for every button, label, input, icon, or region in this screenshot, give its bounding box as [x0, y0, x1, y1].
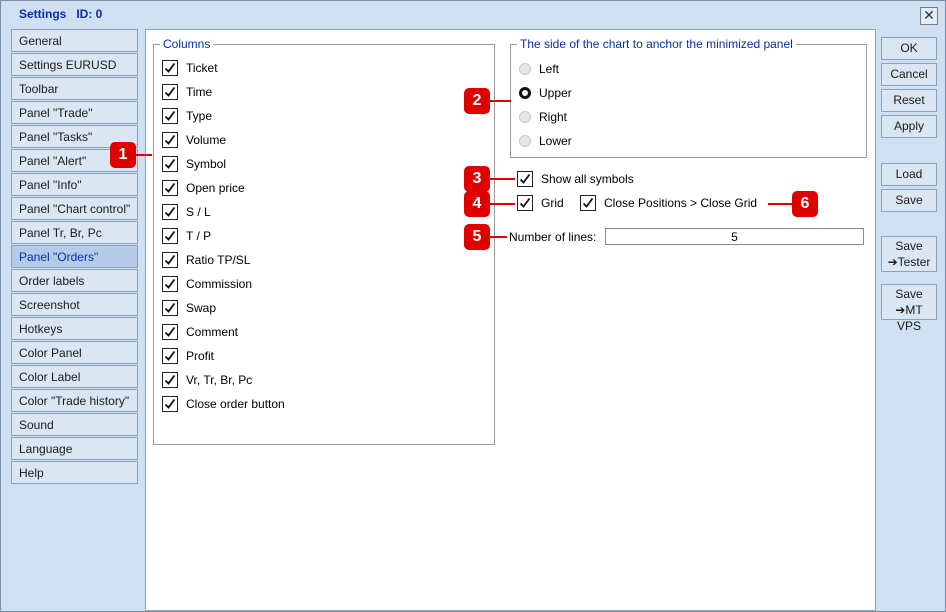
callout-4-leader: [487, 203, 515, 205]
column-label: Swap: [186, 301, 217, 315]
columns-legend: Columns: [163, 37, 211, 51]
radio-button[interactable]: [519, 135, 531, 147]
radio-button[interactable]: [519, 111, 531, 123]
nav-item[interactable]: Panel "Trade": [11, 101, 138, 124]
window-title: Settings ID: 0: [19, 7, 103, 21]
callout-3-badge: 3: [464, 166, 490, 192]
nav-item[interactable]: Color Label: [11, 365, 138, 388]
anchor-label: Left: [539, 62, 560, 76]
column-label: Vr, Tr, Br, Pc: [186, 373, 253, 387]
checkbox[interactable]: [162, 228, 178, 244]
radio-button[interactable]: [519, 63, 531, 75]
save-tester-line1: Save: [895, 239, 923, 253]
column-label: T / P: [186, 229, 212, 243]
callout-2-badge: 2: [464, 88, 490, 114]
nav-item[interactable]: Order labels: [11, 269, 138, 292]
title-bar: Settings ID: 0 ✕: [1, 1, 945, 27]
checkbox[interactable]: [162, 276, 178, 292]
checkbox[interactable]: [162, 60, 178, 76]
apply-button[interactable]: Apply: [881, 115, 937, 138]
nav-item[interactable]: Language: [11, 437, 138, 460]
radio-button[interactable]: [519, 87, 531, 99]
column-label: Type: [186, 109, 213, 123]
grid-label: Grid: [541, 196, 564, 210]
settings-window: Settings ID: 0 ✕ General Settings EURUSD T…: [0, 0, 946, 612]
nav-item[interactable]: Help: [11, 461, 138, 484]
load-button[interactable]: Load: [881, 163, 937, 186]
ok-button[interactable]: OK: [881, 37, 937, 60]
checkbox[interactable]: [162, 156, 178, 172]
nav-item[interactable]: Sound: [11, 413, 138, 436]
checkbox[interactable]: [162, 84, 178, 100]
close-positions-label: Close Positions > Close Grid: [604, 196, 758, 210]
show-all-symbols-label: Show all symbols: [541, 172, 634, 186]
number-of-lines-input[interactable]: [605, 228, 864, 245]
column-label: Comment: [186, 325, 239, 339]
column-label: Symbol: [186, 157, 227, 171]
column-label: Profit: [186, 349, 215, 363]
checkbox[interactable]: [162, 204, 178, 220]
nav-item[interactable]: Screenshot: [11, 293, 138, 316]
nav-item[interactable]: Color Panel: [11, 341, 138, 364]
callout-1-badge: 1: [110, 142, 136, 168]
callout-5-leader: [487, 236, 507, 238]
anchor-legend: The side of the chart to anchor the mini…: [520, 37, 793, 51]
checkbox[interactable]: [162, 348, 178, 364]
save-tester-line2: ➔Tester: [887, 255, 931, 269]
column-label: Ticket: [186, 61, 218, 75]
checkbox[interactable]: [162, 324, 178, 340]
column-label: Open price: [186, 181, 245, 195]
close-icon[interactable]: ✕: [920, 7, 938, 25]
column-label: S / L: [186, 205, 211, 219]
column-label: Ratio TP/SL: [186, 253, 251, 267]
checkbox[interactable]: [162, 372, 178, 388]
column-label: Commission: [186, 277, 253, 291]
nav-item[interactable]: Settings EURUSD: [11, 53, 138, 76]
callout-6-badge: 6: [792, 191, 818, 217]
save-mtvps-line1: Save: [895, 287, 923, 301]
number-of-lines-label: Number of lines:: [509, 230, 597, 244]
anchor-label: Lower: [539, 134, 572, 148]
save-tester-button[interactable]: Save ➔Tester: [881, 236, 937, 272]
nav-item[interactable]: General: [11, 29, 138, 52]
column-label: Time: [186, 85, 213, 99]
callout-5-badge: 5: [464, 224, 490, 250]
checkbox[interactable]: [162, 180, 178, 196]
reset-button[interactable]: Reset: [881, 89, 937, 112]
nav-item[interactable]: Panel "Orders": [11, 245, 138, 268]
checkbox[interactable]: [580, 195, 596, 211]
callout-4-badge: 4: [464, 191, 490, 217]
save-button[interactable]: Save: [881, 189, 937, 212]
nav-item[interactable]: Hotkeys: [11, 317, 138, 340]
save-mtvps-button[interactable]: Save ➔MT VPS: [881, 284, 937, 333]
column-label: Volume: [186, 133, 227, 147]
callout-6-leader: [768, 203, 794, 205]
callout-2-leader: [487, 100, 511, 102]
column-label: Close order button: [186, 397, 285, 411]
nav-item[interactable]: Color "Trade history": [11, 389, 138, 412]
checkbox[interactable]: [517, 171, 533, 187]
save-mtvps-line2: ➔MT VPS: [895, 303, 923, 333]
checkbox[interactable]: [162, 252, 178, 268]
anchor-label: Right: [539, 110, 568, 124]
anchor-label: Upper: [539, 86, 572, 100]
nav-item[interactable]: Panel Tr, Br, Pc: [11, 221, 138, 244]
cancel-button[interactable]: Cancel: [881, 63, 937, 86]
checkbox[interactable]: [162, 132, 178, 148]
checkbox[interactable]: [162, 396, 178, 412]
checkbox[interactable]: [162, 108, 178, 124]
callout-3-leader: [487, 178, 515, 180]
callout-1-leader: [134, 154, 152, 156]
nav-item[interactable]: Panel "Chart control": [11, 197, 138, 220]
nav-item[interactable]: Toolbar: [11, 77, 138, 100]
checkbox[interactable]: [517, 195, 533, 211]
nav-item[interactable]: Panel "Info": [11, 173, 138, 196]
settings-content: Columns Ticket Time Type Volume Symbol Open p…: [145, 29, 876, 611]
checkbox[interactable]: [162, 300, 178, 316]
